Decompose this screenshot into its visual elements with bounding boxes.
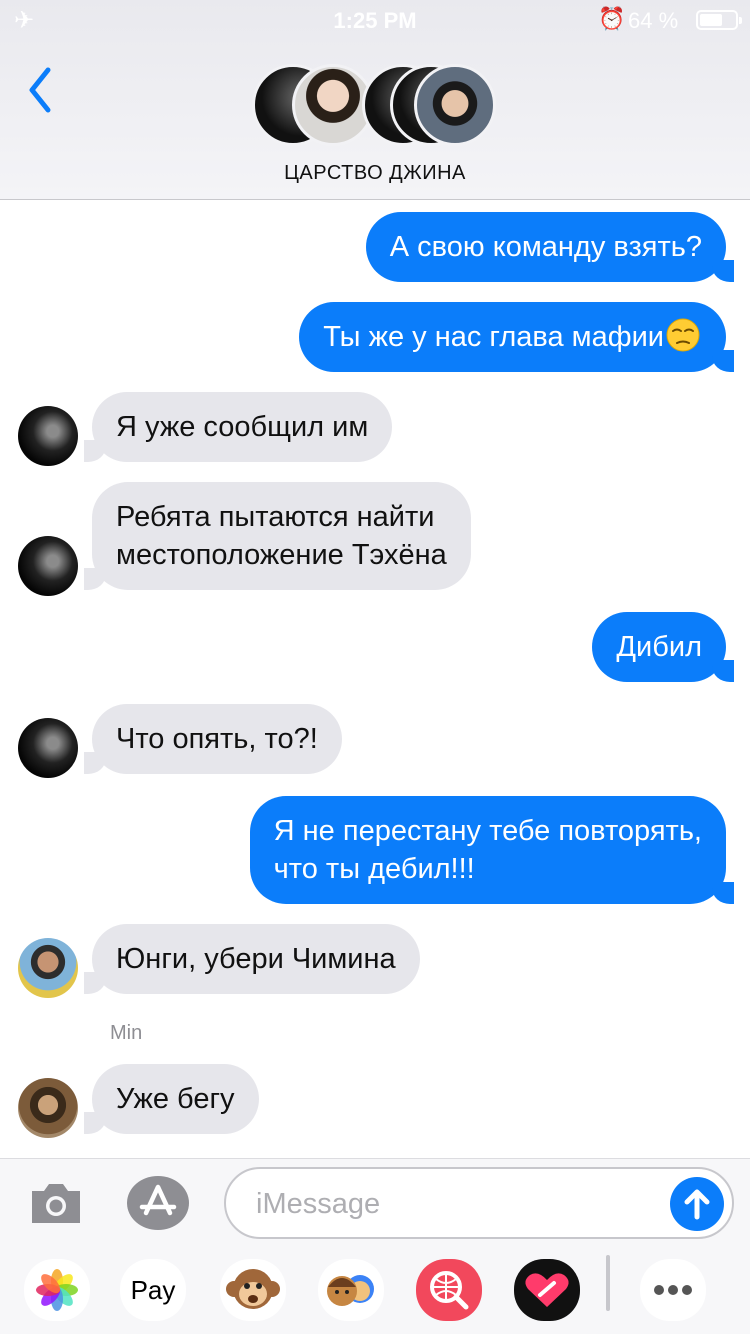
group-avatars[interactable] (252, 64, 498, 148)
message-text: Ты же у нас глава мафии (323, 321, 664, 353)
incoming-message[interactable]: Ребята пытаются найти местоположение Тэх… (84, 482, 471, 590)
message-input[interactable] (256, 1183, 676, 1225)
memoji-icon (327, 1275, 374, 1306)
memoji-stickers-button[interactable] (318, 1259, 384, 1321)
globe-search-icon (430, 1271, 469, 1310)
message-text: Юнги, убери Чимина (116, 943, 396, 975)
status-bar: ✈ 1:25 PM ⏰ 64 % (0, 0, 750, 40)
incoming-message[interactable]: Уже бегу (84, 1064, 259, 1134)
incoming-message[interactable]: Юнги, убери Чимина (84, 924, 420, 994)
message-text-line: местоположение Тэхёна (116, 539, 447, 571)
digital-touch-button[interactable] (514, 1259, 580, 1321)
battery-icon (696, 10, 742, 30)
drawer-divider (606, 1255, 610, 1311)
animoji-button[interactable] (220, 1259, 286, 1321)
heart-icon (525, 1273, 569, 1307)
message-text-line: Ребята пытаются найти (116, 501, 435, 533)
incoming-message[interactable]: Я уже сообщил им (83, 392, 393, 462)
sender-avatar[interactable] (18, 406, 78, 466)
outgoing-message[interactable]: Я не перестану тебе повторять, что ты де… (249, 796, 735, 904)
app-drawer: Pay (0, 1251, 750, 1334)
group-avatar (414, 64, 496, 146)
photos-app-button[interactable] (24, 1259, 90, 1321)
message-field[interactable] (224, 1167, 734, 1239)
outgoing-message[interactable]: А свою команду взять? (365, 212, 735, 282)
chevron-left-icon (29, 67, 51, 113)
message-text: Я уже сообщил им (116, 411, 369, 443)
sender-avatar[interactable] (18, 718, 78, 778)
camera-icon (32, 1184, 80, 1223)
apple-pay-label: Pay (130, 1275, 176, 1305)
alarm-icon: ⏰ (598, 6, 626, 31)
sender-avatar[interactable] (18, 536, 78, 596)
message-text: Дибил (616, 631, 702, 663)
message-text-line: что ты дебил!!! (273, 853, 475, 885)
arrow-up-icon (684, 1189, 710, 1220)
app-store-button[interactable] (126, 1175, 190, 1231)
more-icon (654, 1285, 692, 1295)
more-apps-button[interactable] (640, 1259, 706, 1321)
message-text: Уже бегу (116, 1083, 235, 1115)
battery-percent: 64 % (628, 8, 679, 33)
send-button[interactable] (670, 1177, 724, 1231)
message-text-line: Я не перестану тебе повторять, (273, 815, 702, 847)
photos-icon (36, 1269, 78, 1311)
chat-title[interactable]: ЦАРСТВО ДЖИНА (0, 162, 750, 185)
monkey-icon (226, 1269, 280, 1309)
outgoing-message[interactable]: Ты же у нас глава мафии (299, 302, 734, 372)
composer-bar: Pay (0, 1158, 750, 1334)
apple-pay-button[interactable]: Pay (120, 1259, 186, 1321)
message-text: Что опять, то?! (116, 723, 318, 755)
image-search-button[interactable] (416, 1259, 482, 1321)
sender-avatar[interactable] (18, 1078, 78, 1138)
message-text: А свою команду взять? (389, 231, 702, 263)
camera-button[interactable] (28, 1179, 84, 1227)
unamused-face-icon (664, 318, 702, 352)
sender-name: Min (110, 1022, 143, 1044)
outgoing-message[interactable]: Дибил (592, 612, 734, 682)
incoming-message[interactable]: Что опять, то?! (84, 704, 342, 774)
sender-avatar[interactable] (18, 938, 78, 998)
app-store-icon (127, 1176, 189, 1230)
back-button[interactable] (20, 62, 70, 118)
